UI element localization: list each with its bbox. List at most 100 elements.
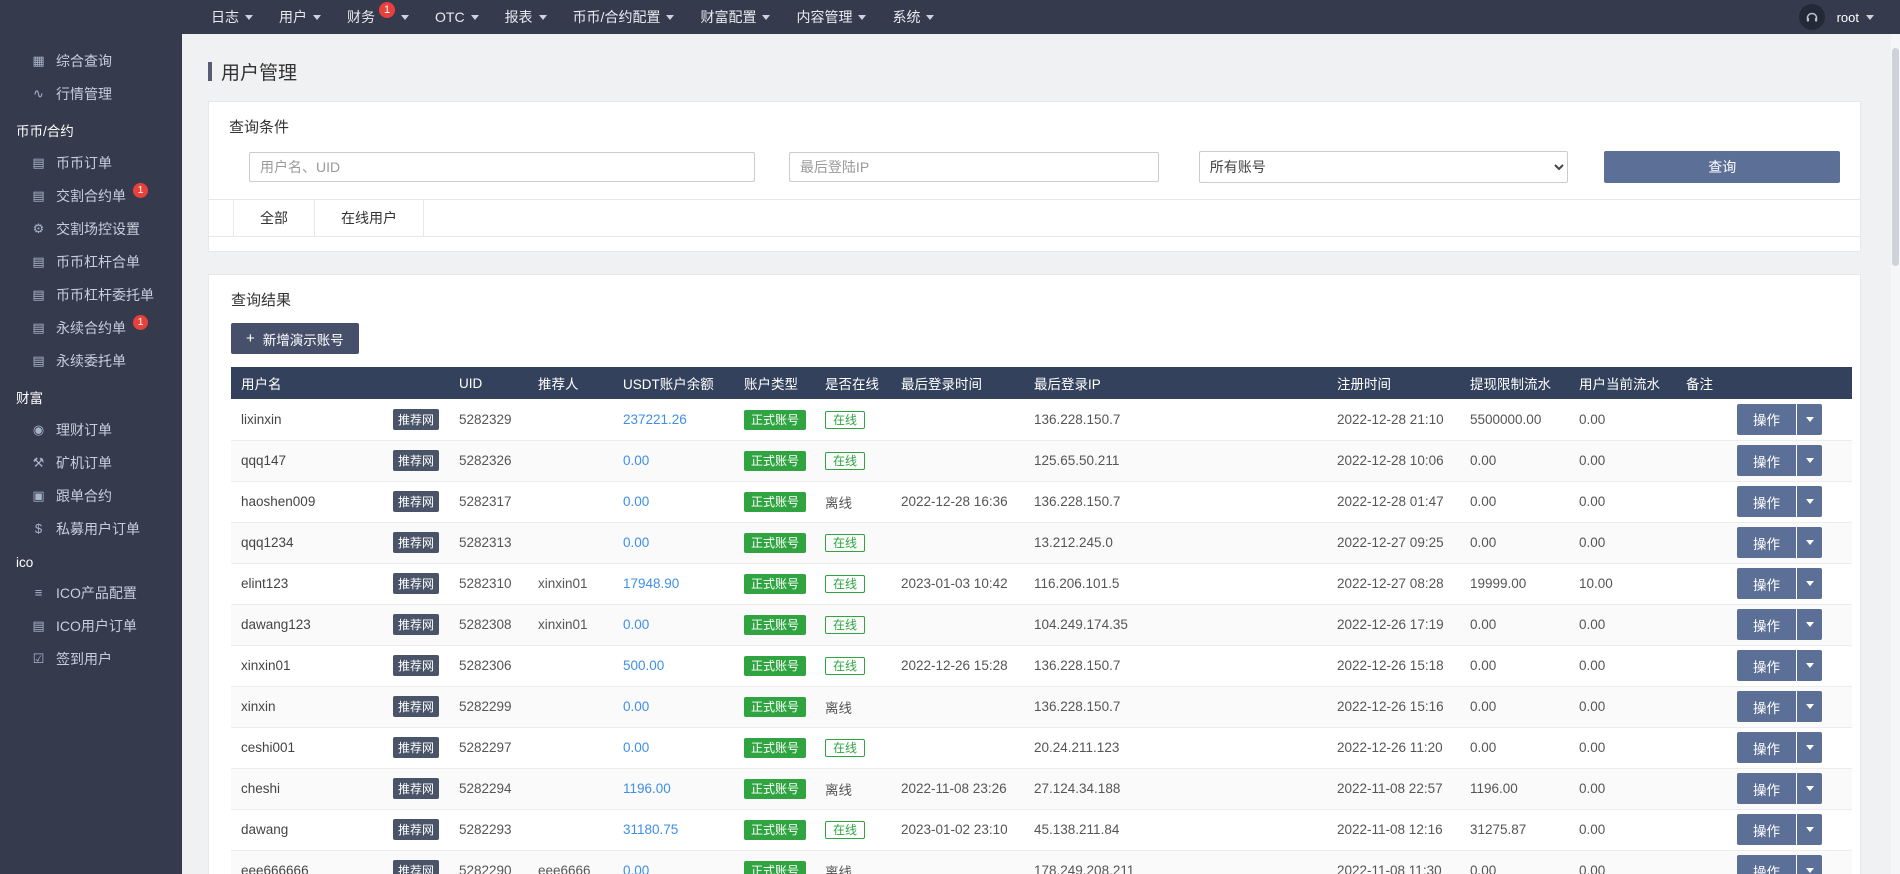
username-text: haoshen009 (241, 494, 315, 509)
scrollbar-track[interactable] (1891, 34, 1900, 874)
sidebar-item[interactable]: ▦综合查询 (0, 44, 182, 77)
column-header: 提现限制流水 (1460, 367, 1569, 399)
cell-register-time: 2022-12-26 11:20 (1327, 727, 1460, 768)
cell-referrer: eee6666 (528, 850, 613, 874)
top-menu-item-2[interactable]: 用户 (266, 0, 334, 34)
account-type-select[interactable]: 所有账号 (1199, 151, 1569, 183)
cell-actions: 操作 (1727, 522, 1852, 563)
cell-balance: 500.00 (613, 645, 734, 686)
table-row: eee666666推荐网5282290eee66660.00正式账号离线178.… (231, 850, 1852, 874)
filter-tab-1[interactable]: 全部 (233, 200, 314, 236)
top-menu-item-3[interactable]: 财务1 (334, 0, 422, 34)
action-dropdown-toggle[interactable] (1797, 568, 1822, 599)
cell-withdraw-limit: 0.00 (1460, 727, 1569, 768)
account-type-badge: 正式账号 (744, 820, 806, 840)
filter-tab-2[interactable]: 在线用户 (314, 200, 424, 236)
sidebar-item[interactable]: ▤币币杠杆委托单 (0, 278, 182, 311)
balance-link[interactable]: 17948.90 (623, 576, 679, 591)
add-demo-account-button[interactable]: + 新增演示账号 (231, 323, 359, 354)
action-dropdown-toggle[interactable] (1797, 527, 1822, 558)
top-menu-item-9[interactable]: 系统 (879, 0, 947, 34)
action-split-button: 操作 (1737, 445, 1822, 476)
username-wrap: cheshi推荐网 (241, 778, 439, 799)
support-button[interactable] (1799, 4, 1825, 30)
sidebar-item[interactable]: ∿行情管理 (0, 77, 182, 110)
referrer-network-badge: 推荐网 (393, 655, 439, 676)
top-menu-item-1[interactable]: 日志 (198, 0, 266, 34)
action-dropdown-toggle[interactable] (1797, 445, 1822, 476)
top-menu-item-7[interactable]: 财富配置 (687, 0, 783, 34)
action-button[interactable]: 操作 (1737, 568, 1796, 599)
action-button[interactable]: 操作 (1737, 855, 1796, 874)
cell-register-time: 2022-12-28 01:47 (1327, 481, 1460, 522)
username-wrap: ceshi001推荐网 (241, 737, 439, 758)
sidebar-item[interactable]: ⚒矿机订单 (0, 446, 182, 479)
action-button[interactable]: 操作 (1737, 527, 1796, 558)
balance-link[interactable]: 0.00 (623, 453, 649, 468)
action-dropdown-toggle[interactable] (1797, 691, 1822, 722)
query-button[interactable]: 查询 (1604, 151, 1840, 183)
sidebar-item[interactable]: ▤币币订单 (0, 146, 182, 179)
balance-link[interactable]: 237221.26 (623, 412, 687, 427)
top-menu-item-4[interactable]: OTC (422, 0, 492, 34)
table-row: lixinxin推荐网5282329237221.26正式账号在线136.228… (231, 399, 1852, 440)
cell-referrer (528, 645, 613, 686)
cell-actions: 操作 (1727, 768, 1852, 809)
sidebar-item[interactable]: ▤永续委托单 (0, 344, 182, 377)
balance-link[interactable]: 500.00 (623, 658, 664, 673)
balance-link[interactable]: 0.00 (623, 535, 649, 550)
last-login-ip-input[interactable] (789, 152, 1159, 182)
sidebar-item[interactable]: ▤ICO用户订单 (0, 609, 182, 642)
action-button[interactable]: 操作 (1737, 691, 1796, 722)
chevron-down-icon (539, 15, 547, 20)
sidebar-item[interactable]: ▤币币杠杆合单 (0, 245, 182, 278)
balance-link[interactable]: 0.00 (623, 494, 649, 509)
balance-link[interactable]: 31180.75 (623, 822, 678, 837)
action-button[interactable]: 操作 (1737, 486, 1796, 517)
action-button[interactable]: 操作 (1737, 404, 1796, 435)
cell-username: dawang推荐网 (231, 809, 449, 850)
cell-account-type: 正式账号 (734, 399, 815, 440)
top-menu-item-5[interactable]: 报表 (492, 0, 560, 34)
account-type-badge: 正式账号 (744, 451, 806, 471)
chevron-down-icon (926, 15, 934, 20)
action-dropdown-toggle[interactable] (1797, 773, 1822, 804)
balance-link[interactable]: 0.00 (623, 863, 649, 874)
top-menu-item-8[interactable]: 内容管理 (783, 0, 879, 34)
sidebar-item[interactable]: ▤永续合约单1 (0, 311, 182, 344)
scrollbar-thumb[interactable] (1892, 48, 1899, 266)
account-type-badge: 正式账号 (744, 738, 806, 758)
cell-online-status: 在线 (815, 604, 891, 645)
action-button[interactable]: 操作 (1737, 732, 1796, 763)
sidebar-item[interactable]: ⚙交割场控设置 (0, 212, 182, 245)
balance-link[interactable]: 0.00 (623, 699, 649, 714)
cell-last-login-time (891, 604, 1024, 645)
sidebar-item[interactable]: ▣跟单合约 (0, 479, 182, 512)
top-menu-item-6[interactable]: 币币/合约配置 (560, 0, 688, 34)
sidebar-section-header: ico (0, 545, 182, 576)
action-dropdown-toggle[interactable] (1797, 404, 1822, 435)
action-dropdown-toggle[interactable] (1797, 814, 1822, 845)
sidebar-item[interactable]: ◉理财订单 (0, 413, 182, 446)
action-dropdown-toggle[interactable] (1797, 486, 1822, 517)
action-button[interactable]: 操作 (1737, 445, 1796, 476)
balance-link[interactable]: 1196.00 (623, 781, 671, 796)
username-input[interactable] (249, 152, 755, 182)
sidebar-item[interactable]: ☑签到用户 (0, 642, 182, 675)
username-wrap: dawang123推荐网 (241, 614, 439, 635)
sidebar-item[interactable]: $私募用户订单 (0, 512, 182, 545)
balance-link[interactable]: 0.00 (623, 740, 649, 755)
action-button[interactable]: 操作 (1737, 814, 1796, 845)
user-menu[interactable]: root (1837, 10, 1874, 25)
referrer-network-badge: 推荐网 (393, 696, 439, 717)
action-button[interactable]: 操作 (1737, 650, 1796, 681)
sidebar-item[interactable]: ▤交割合约单1 (0, 179, 182, 212)
sidebar-item[interactable]: ≡ICO产品配置 (0, 576, 182, 609)
action-dropdown-toggle[interactable] (1797, 855, 1822, 874)
action-button[interactable]: 操作 (1737, 609, 1796, 640)
action-dropdown-toggle[interactable] (1797, 609, 1822, 640)
action-dropdown-toggle[interactable] (1797, 732, 1822, 763)
balance-link[interactable]: 0.00 (623, 617, 649, 632)
action-button[interactable]: 操作 (1737, 773, 1796, 804)
action-dropdown-toggle[interactable] (1797, 650, 1822, 681)
